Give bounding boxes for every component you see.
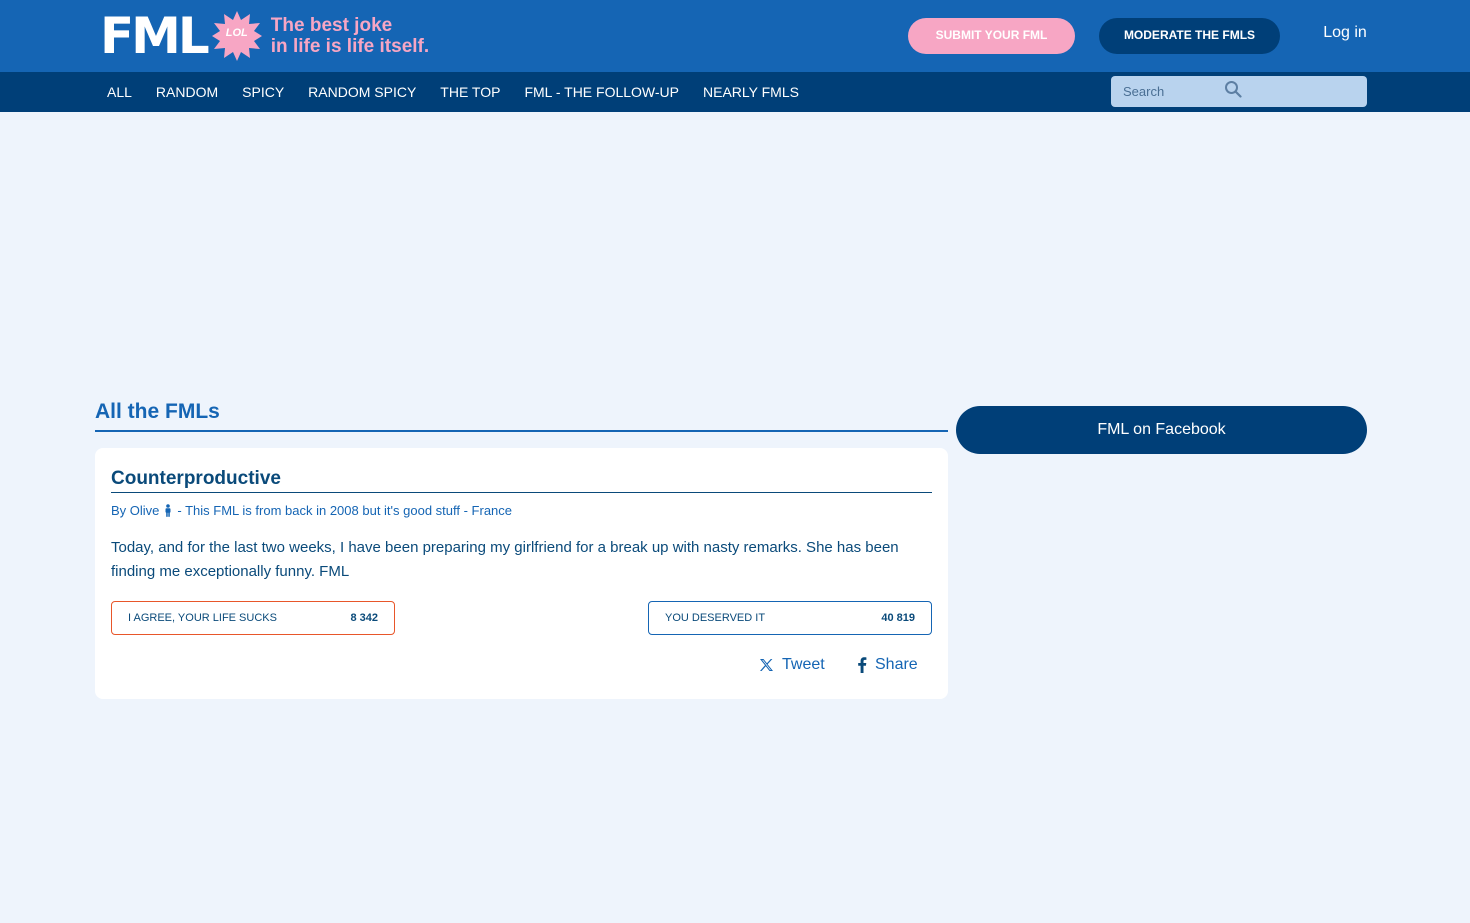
post-title[interactable]: Counterproductive — [111, 468, 281, 490]
nav-item-random-spicy[interactable]: RANDOM SPICY — [308, 84, 416, 100]
main-nav: ALL RANDOM SPICY RANDOM SPICY THE TOP FM… — [107, 72, 799, 112]
logo-badge-text: LOL — [225, 27, 248, 39]
fml-post-card: Counterproductive By Olive - This FML is… — [95, 448, 948, 699]
nav-item-all[interactable]: ALL — [107, 84, 132, 100]
fml-on-facebook-button[interactable]: FML on Facebook — [956, 406, 1367, 454]
post-title-divider — [111, 492, 932, 493]
section-title: All the FMLs — [95, 400, 220, 423]
logo-wordmark: FML — [100, 7, 210, 65]
nav-item-random[interactable]: RANDOM — [156, 84, 218, 100]
facebook-f-icon — [858, 657, 867, 673]
share-label: Share — [875, 656, 918, 673]
vote-deserved-button[interactable]: You deserved it 40 819 — [648, 601, 932, 635]
nav-item-nearly-fmls[interactable]: NEARLY FMLS — [703, 84, 799, 100]
male-person-icon — [165, 504, 171, 517]
search-input[interactable] — [1111, 76, 1331, 107]
main-nav-bar: ALL RANDOM SPICY RANDOM SPICY THE TOP FM… — [0, 72, 1470, 112]
vote-agree-button[interactable]: I agree, your life sucks 8 342 — [111, 601, 395, 635]
moderate-fmls-button[interactable]: MODERATE THE FMLS — [1099, 18, 1280, 54]
submit-fml-button[interactable]: SUBMIT YOUR FML — [908, 18, 1075, 54]
nav-item-the-top[interactable]: THE TOP — [440, 84, 500, 100]
lol-burst-icon: LOL — [211, 10, 263, 62]
tweet-button[interactable]: Tweet — [759, 655, 825, 675]
login-link[interactable]: Log in — [1310, 24, 1380, 42]
vote-deserved-label: You deserved it — [665, 612, 766, 624]
tagline-line-2: in life is life itself. — [270, 36, 430, 57]
post-meta: By Olive - This FML is from back in 2008… — [111, 503, 512, 518]
site-header: FML LOL The best joke in life is life it… — [0, 0, 1470, 72]
vote-agree-count: 8 342 — [350, 612, 378, 624]
site-logo[interactable]: FML LOL The best joke in life is life it… — [100, 10, 429, 62]
share-facebook-button[interactable]: Share — [857, 655, 918, 675]
post-text: Today, and for the last two weeks, I hav… — [111, 539, 899, 580]
search-icon[interactable] — [1224, 80, 1242, 98]
post-author: By Olive — [111, 503, 160, 518]
tweet-label: Tweet — [782, 656, 825, 673]
section-divider — [95, 430, 948, 432]
vote-agree-label: I agree, your life sucks — [128, 612, 277, 624]
vote-deserved-count: 40 819 — [881, 612, 915, 624]
x-twitter-icon — [760, 659, 773, 671]
tagline-line-1: The best joke — [270, 15, 393, 36]
nav-item-follow-up[interactable]: FML - THE FOLLOW-UP — [524, 84, 679, 100]
nav-item-spicy[interactable]: SPICY — [242, 84, 284, 100]
tagline: The best joke in life is life itself. — [271, 15, 429, 57]
post-meta-suffix: - This FML is from back in 2008 but it's… — [177, 503, 513, 518]
